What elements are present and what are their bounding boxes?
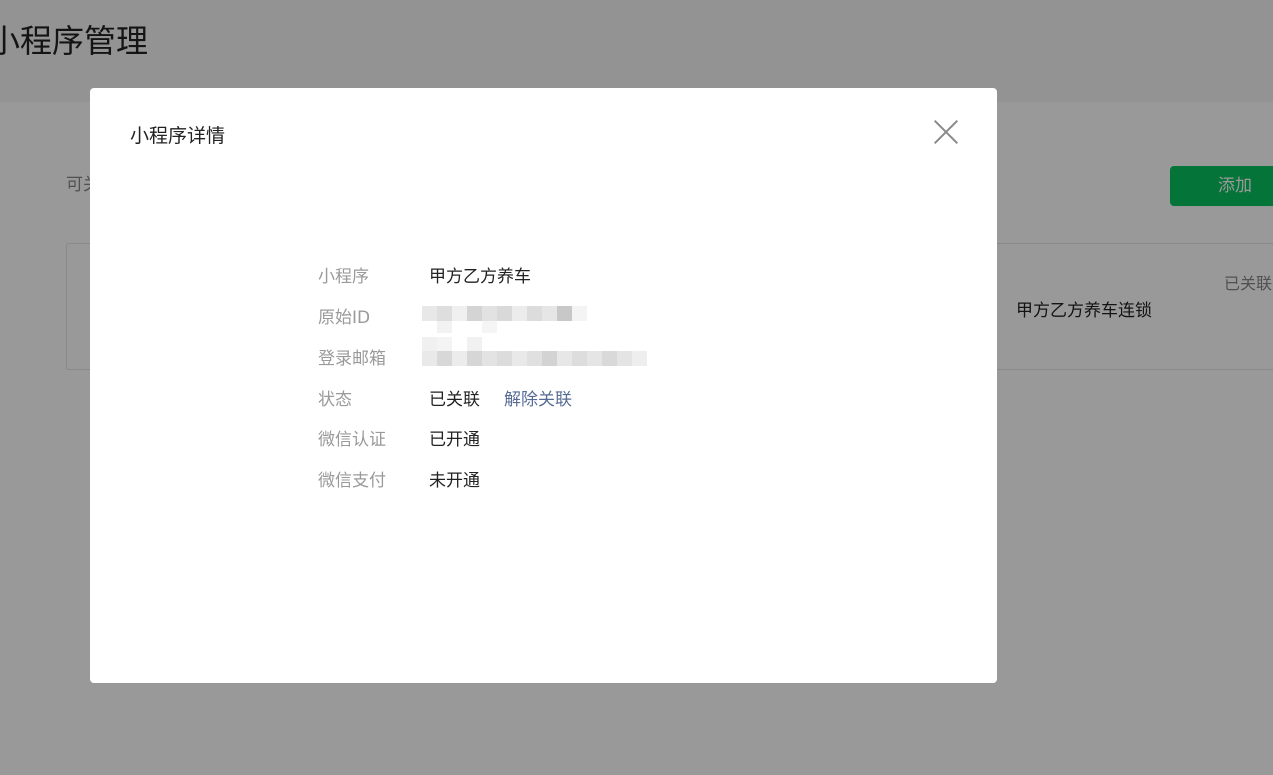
status-label: 状态 <box>318 390 352 410</box>
wechat-verify-label: 微信认证 <box>318 430 386 450</box>
login-email-label: 登录邮箱 <box>318 349 386 369</box>
status-value: 已关联 <box>429 390 480 410</box>
wechat-pay-label: 微信支付 <box>318 471 386 491</box>
app-value: 甲方乙方养车 <box>429 267 531 287</box>
app-label: 小程序 <box>318 267 369 287</box>
original-id-label: 原始ID <box>318 308 371 328</box>
mini-program-detail-dialog: 小程序详情 小程序 甲方乙方养车 原始ID 登录邮箱 状态 已关联 解除关联 微… <box>90 88 997 683</box>
wechat-verify-value: 已开通 <box>429 430 480 450</box>
close-icon[interactable] <box>930 116 962 148</box>
login-email-redacted <box>422 337 652 367</box>
wechat-pay-value: 未开通 <box>429 471 480 491</box>
original-id-redacted <box>422 306 592 336</box>
dialog-title: 小程序详情 <box>130 125 226 147</box>
unlink-link[interactable]: 解除关联 <box>504 385 572 410</box>
